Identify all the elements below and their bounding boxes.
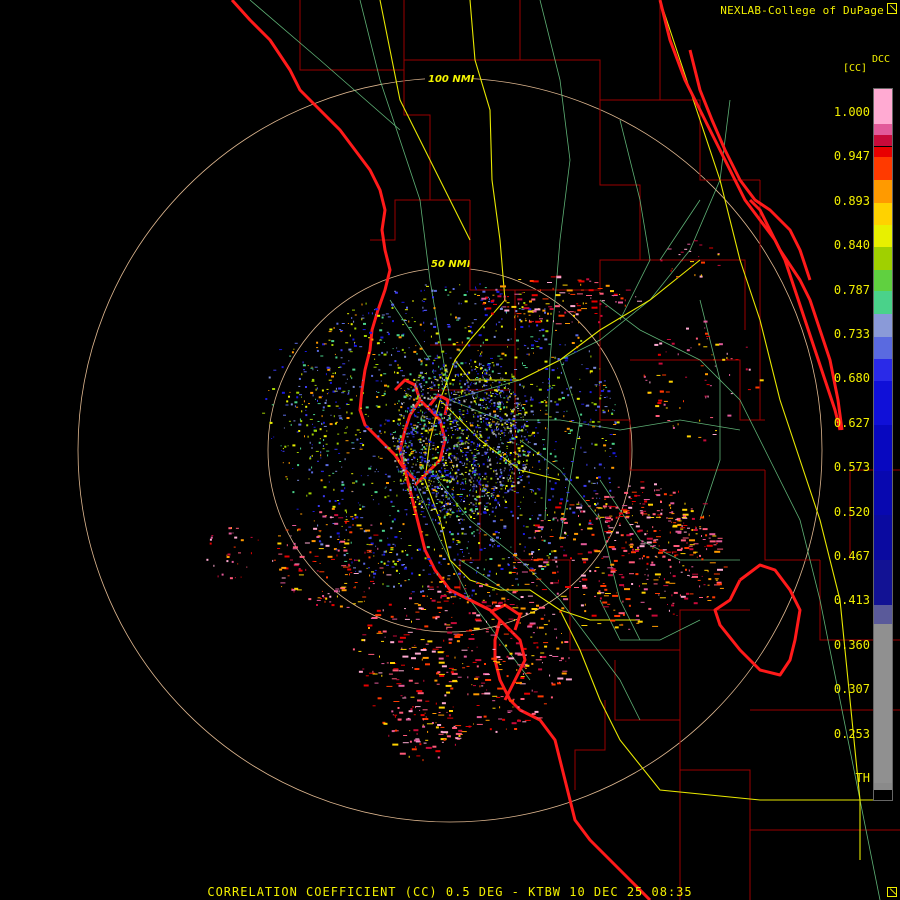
- color-scale-segment: [874, 470, 892, 516]
- color-scale-label: 0.413: [833, 593, 870, 608]
- color-scale-segment: [874, 89, 892, 124]
- color-scale-segment: [874, 515, 892, 560]
- radar-map[interactable]: 100 NMI 50 NMI: [0, 0, 900, 900]
- color-scale-segment: [874, 336, 892, 360]
- range-ring-50: [267, 267, 633, 633]
- product-footer: CORRELATION COEFFICIENT (CC) 0.5 DEG - K…: [0, 885, 900, 899]
- product-code: DCC: [871, 54, 890, 65]
- color-scale-bar: [873, 88, 893, 801]
- color-scale-label: 0.947: [833, 149, 870, 164]
- color-scale-segment: [874, 157, 892, 180]
- color-scale-segment: [874, 381, 892, 426]
- color-scale-label: 1.000: [833, 105, 870, 119]
- color-scale-segment: [874, 269, 892, 292]
- color-scale-segment: [874, 123, 892, 135]
- color-scale-segment: [874, 559, 892, 605]
- product-description: CORRELATION COEFFICIENT (CC) 0.5 DEG - K…: [207, 885, 693, 899]
- corner-logo-icon: [887, 887, 897, 897]
- color-scale-segment: [874, 604, 892, 625]
- color-scale-segment: [874, 134, 892, 147]
- range-ring-label-100: 100 NMI: [428, 74, 475, 85]
- range-ring-label-50: 50 NMI: [431, 259, 471, 270]
- coastline: [230, 0, 844, 900]
- color-scale-label: 0.307: [833, 682, 870, 697]
- color-scale-label: TH: [855, 771, 870, 785]
- color-scale-segment: [874, 314, 892, 337]
- color-scale-label: 0.360: [833, 637, 870, 652]
- color-scale-label: 0.253: [833, 726, 870, 741]
- color-scale-segment: [874, 180, 892, 203]
- color-scale-segment: [874, 247, 892, 270]
- color-scale-label: 0.680: [833, 371, 870, 386]
- color-scale-segment: [874, 291, 892, 315]
- color-scale-segment: [874, 425, 892, 471]
- color-scale-label: 0.467: [833, 549, 870, 563]
- color-scale-segment: [874, 146, 892, 158]
- color-scale-label: 0.573: [833, 460, 870, 475]
- color-scale-segment: [874, 202, 892, 226]
- color-scale-segment: [874, 624, 892, 784]
- color-scale-segment: [874, 783, 892, 790]
- color-scale-labels: 1.000 0.947 0.893 0.840 0.787 0.733 0.680 0.627…: [820, 0, 870, 900]
- color-scale-label: 0.787: [833, 282, 870, 297]
- color-scale-label: 0.893: [833, 193, 870, 208]
- color-scale-segment: [874, 225, 892, 248]
- nexlab-logo-icon: [887, 3, 897, 14]
- color-scale-segment: [874, 359, 892, 382]
- color-scale-label: 0.627: [833, 415, 870, 430]
- color-scale-label: 0.840: [833, 238, 870, 253]
- color-scale-label: 0.520: [833, 504, 870, 519]
- color-scale-label: 0.733: [833, 327, 870, 341]
